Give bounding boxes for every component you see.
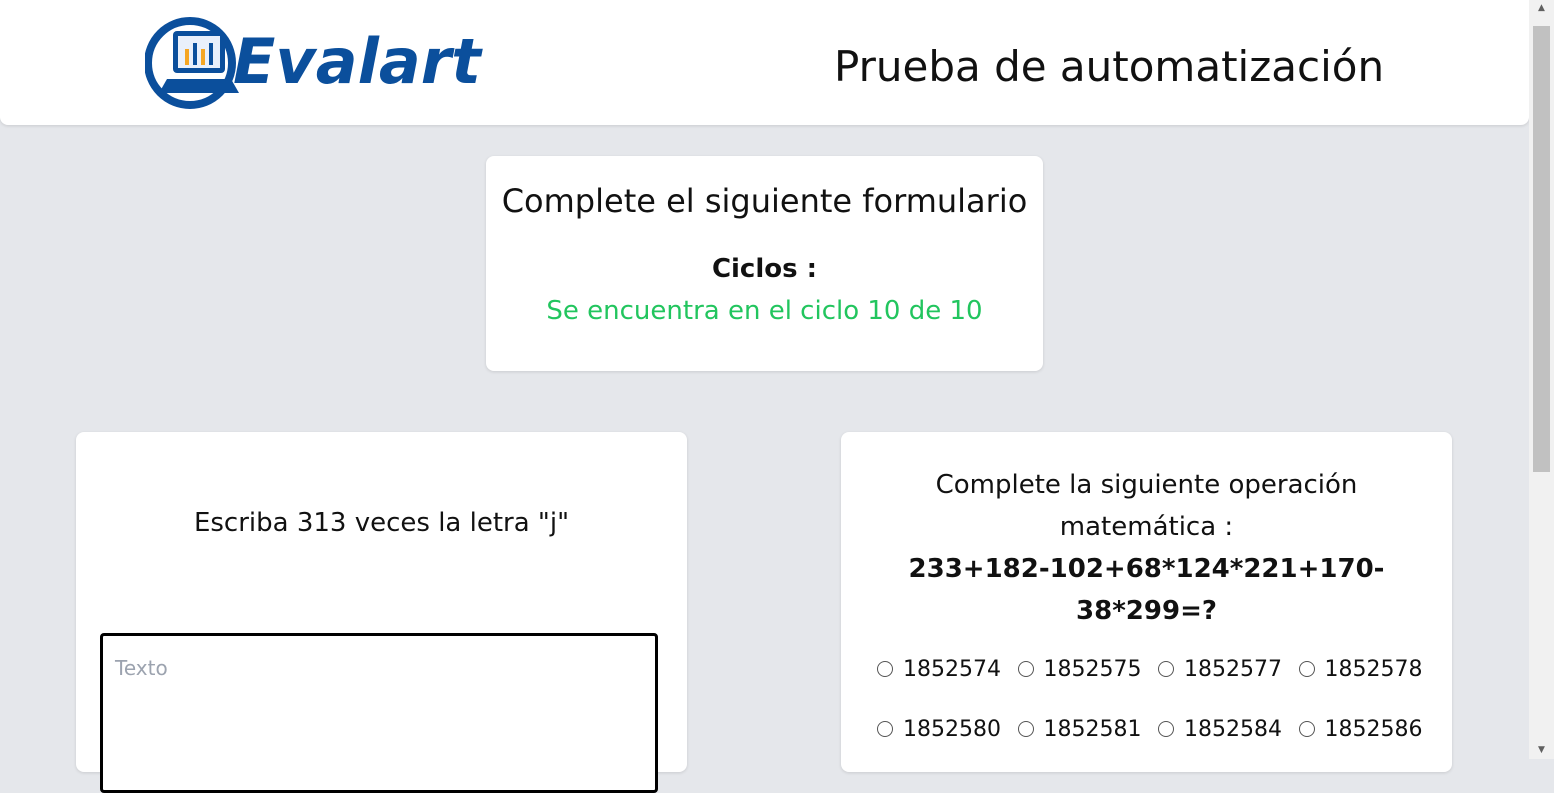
form-heading: Complete el siguiente formulario bbox=[501, 182, 1028, 220]
vertical-scrollbar[interactable]: ▲ ▼ bbox=[1529, 0, 1554, 759]
header: Evalart Prueba de automatización bbox=[0, 0, 1529, 125]
text-input[interactable] bbox=[100, 633, 658, 793]
radio-button[interactable] bbox=[877, 721, 893, 737]
answer-option-label: 1852578 bbox=[1324, 656, 1423, 682]
math-task-title: Complete la siguiente operación matemáti… bbox=[935, 470, 1358, 542]
answer-option[interactable]: 1852586 bbox=[1298, 714, 1440, 744]
answer-option-label: 1852577 bbox=[1184, 656, 1282, 682]
cycles-label: Ciclos : bbox=[711, 254, 818, 284]
radio-button[interactable] bbox=[1298, 721, 1315, 737]
radio-button[interactable] bbox=[1017, 721, 1034, 737]
answer-option-label: 1852586 bbox=[1324, 716, 1423, 742]
answer-option[interactable]: 1852580 bbox=[877, 714, 1018, 744]
answer-option-label: 1852584 bbox=[1184, 716, 1282, 742]
cycles-status: Se encuentra en el ciclo 10 de 10 bbox=[546, 296, 983, 326]
scroll-down-arrow-icon[interactable]: ▼ bbox=[1529, 742, 1554, 759]
answer-options: 1852574 1852575 1852577 1852578 1852580 … bbox=[877, 654, 1437, 744]
text-task-instruction: Escriba 313 veces la letra "j" bbox=[193, 508, 570, 538]
radio-button[interactable] bbox=[1017, 661, 1034, 677]
answer-option-label: 1852581 bbox=[1043, 716, 1142, 742]
answer-option-label: 1852574 bbox=[903, 656, 1001, 682]
cycle-card: Complete el siguiente formulario Ciclos … bbox=[486, 156, 1043, 371]
evalart-logo: Evalart bbox=[145, 17, 483, 109]
answer-option[interactable]: 1852575 bbox=[1017, 654, 1159, 684]
svg-text:Evalart: Evalart bbox=[233, 25, 483, 98]
answer-option[interactable]: 1852574 bbox=[877, 654, 1018, 684]
math-expression: 233+182-102+68*124*221+170-38*299=? bbox=[908, 554, 1385, 626]
radio-button[interactable] bbox=[1158, 661, 1174, 677]
text-task-card: Escriba 313 veces la letra "j" bbox=[76, 432, 687, 793]
answer-option[interactable]: 1852584 bbox=[1158, 714, 1299, 744]
page-title: Prueba de automatización bbox=[834, 42, 1385, 91]
radio-button[interactable] bbox=[877, 661, 893, 677]
scroll-thumb[interactable] bbox=[1533, 26, 1550, 472]
answer-option[interactable]: 1852577 bbox=[1158, 654, 1299, 684]
answer-option[interactable]: 1852578 bbox=[1298, 654, 1440, 684]
math-task-card: Complete la siguiente operación matemáti… bbox=[841, 432, 1452, 772]
radio-button[interactable] bbox=[1298, 661, 1315, 677]
radio-button[interactable] bbox=[1158, 721, 1174, 737]
answer-option[interactable]: 1852581 bbox=[1017, 714, 1159, 744]
scroll-up-arrow-icon[interactable]: ▲ bbox=[1529, 0, 1554, 17]
answer-option-label: 1852580 bbox=[903, 716, 1001, 742]
answer-option-label: 1852575 bbox=[1043, 656, 1142, 682]
